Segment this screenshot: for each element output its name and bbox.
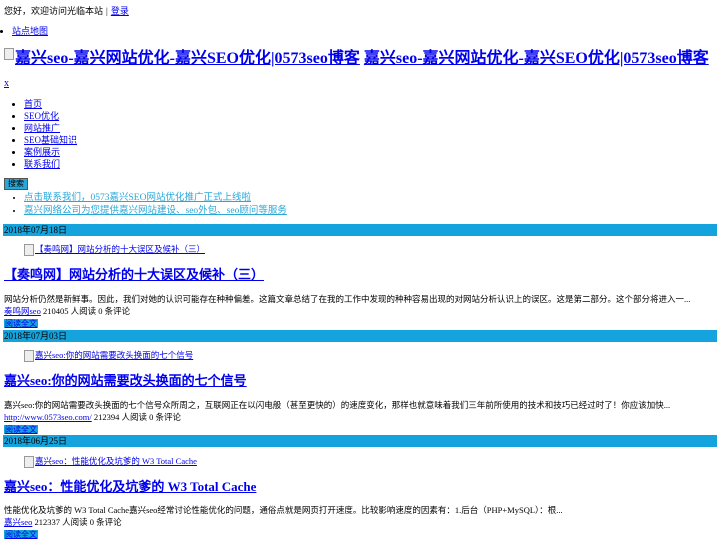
sitemap-item: 站点地图 — [12, 25, 48, 37]
welcome-text: 您好，欢迎访问光临本站 — [4, 6, 104, 16]
post-title-link[interactable]: 嘉兴seo：性能优化及坑爹的 W3 Total Cache — [4, 479, 256, 494]
broken-image-icon — [4, 48, 14, 60]
nav-link-seo[interactable]: SEO优化 — [24, 111, 59, 121]
broken-image-icon — [24, 350, 34, 362]
post-title-link[interactable]: 嘉兴seo:你的网站需要改头换面的七个信号 — [4, 373, 247, 388]
read-more-link[interactable]: 阅读全文 — [5, 530, 37, 539]
post-thumbnail[interactable]: 嘉兴seo:你的网站需要改头换面的七个信号 — [24, 350, 193, 362]
notice-link[interactable]: 点击联系我们，0573嘉兴SEO网站优化推广正式上线啦 — [24, 193, 251, 203]
read-more-bar: 阅读全文 — [4, 530, 38, 539]
top-bar: 您好，欢迎访问光临本站 | 登录 — [4, 5, 129, 17]
post-title: 【奏鸣网】网站分析的十大误区及候补（三） — [4, 266, 264, 284]
nav-item-promotion: 网站推广 — [24, 122, 77, 134]
post-author-link[interactable]: http://www.0573seo.com/ — [4, 412, 92, 422]
post-date-bar: 2018年06月25日 — [3, 435, 717, 447]
nav-link-home[interactable]: 首页 — [24, 99, 42, 109]
read-more-bar: 阅读全文 — [4, 425, 38, 434]
thumbnail-link[interactable]: 【奏鸣网】网站分析的十大误区及候补（三） — [35, 244, 205, 254]
post-title: 嘉兴seo：性能优化及坑爹的 W3 Total Cache — [4, 478, 256, 496]
logo-link[interactable]: 嘉兴seo-嘉兴网站优化-嘉兴SEO优化|0573seo博客 — [15, 50, 360, 67]
close-icon[interactable]: x — [4, 78, 9, 89]
nav-link-promotion[interactable]: 网站推广 — [24, 123, 60, 133]
post-author-link[interactable]: 嘉兴seo — [4, 517, 32, 527]
notice-list: 点击联系我们，0573嘉兴SEO网站优化推广正式上线啦 嘉兴网络公司为您提供嘉兴… — [24, 192, 287, 218]
post-stats: 212337 人阅读 0 条评论 — [34, 517, 122, 527]
sitemap-list: 站点地图 — [12, 25, 48, 37]
nav-item-contact: 联系我们 — [24, 158, 77, 170]
nav-link-contact[interactable]: 联系我们 — [24, 159, 60, 169]
main-nav: 首页 SEO优化 网站推广 SEO基础知识 案例展示 联系我们 — [24, 98, 77, 170]
broken-image-icon — [24, 244, 34, 256]
post-meta: 嘉兴seo 212337 人阅读 0 条评论 — [4, 517, 122, 528]
broken-image-icon — [24, 456, 34, 468]
post-meta: 奏鸣网seo 210405 人阅读 0 条评论 — [4, 306, 130, 317]
thumbnail-link[interactable]: 嘉兴seo：性能优化及坑爹的 W3 Total Cache — [35, 456, 197, 466]
post-stats: 212394 人阅读 0 条评论 — [93, 412, 182, 422]
nav-item-home: 首页 — [24, 98, 77, 110]
login-link[interactable]: 登录 — [111, 6, 129, 16]
notice-item: 点击联系我们，0573嘉兴SEO网站优化推广正式上线啦 — [24, 192, 287, 205]
read-more-bar: 阅读全文 — [4, 319, 38, 328]
notice-link[interactable]: 嘉兴网络公司为您提供嘉兴网站建设、seo外包、seo顾问等服务 — [24, 206, 287, 216]
post-thumbnail[interactable]: 【奏鸣网】网站分析的十大误区及候补（三） — [24, 244, 205, 256]
nav-item-basics: SEO基础知识 — [24, 134, 77, 146]
sitemap-link[interactable]: 站点地图 — [12, 26, 48, 36]
nav-item-seo: SEO优化 — [24, 110, 77, 122]
logo[interactable]: 嘉兴seo-嘉兴网站优化-嘉兴SEO优化|0573seo博客 嘉兴seo-嘉兴网… — [4, 48, 720, 70]
read-more-link[interactable]: 阅读全文 — [5, 425, 37, 434]
read-more-link[interactable]: 阅读全文 — [5, 319, 37, 328]
post-excerpt: 性能优化及坑爹的 W3 Total Cache嘉兴seo经常讨论性能优化的问题，… — [4, 505, 563, 515]
nav-link-cases[interactable]: 案例展示 — [24, 147, 60, 157]
post-excerpt: 网站分析仍然是新鲜事。因此，我们对她的认识可能存在种种偏差。这篇文章总结了在我的… — [4, 294, 691, 304]
post-thumbnail[interactable]: 嘉兴seo：性能优化及坑爹的 W3 Total Cache — [24, 456, 197, 468]
post-meta: http://www.0573seo.com/ 212394 人阅读 0 条评论 — [4, 412, 181, 423]
notice-item: 嘉兴网络公司为您提供嘉兴网站建设、seo外包、seo顾问等服务 — [24, 205, 287, 218]
post-stats: 210405 人阅读 0 条评论 — [42, 306, 131, 316]
separator: | — [106, 6, 108, 16]
nav-link-basics[interactable]: SEO基础知识 — [24, 135, 77, 145]
post-author-link[interactable]: 奏鸣网seo — [4, 306, 41, 316]
thumbnail-link[interactable]: 嘉兴seo:你的网站需要改头换面的七个信号 — [35, 350, 193, 360]
post-date-bar: 2018年07月18日 — [3, 224, 717, 236]
nav-item-cases: 案例展示 — [24, 146, 77, 158]
search-button[interactable]: 搜索 — [4, 178, 28, 190]
post-title: 嘉兴seo:你的网站需要改头换面的七个信号 — [4, 372, 247, 390]
logo-link-2[interactable]: 嘉兴seo-嘉兴网站优化-嘉兴SEO优化|0573seo博客 — [364, 50, 709, 67]
post-excerpt: 嘉兴seo:你的网站需要改头换面的七个信号众所周之，互联网正在以闪电般（甚至更快… — [4, 400, 671, 410]
post-date-bar: 2018年07月03日 — [3, 330, 717, 342]
post-title-link[interactable]: 【奏鸣网】网站分析的十大误区及候补（三） — [4, 267, 264, 282]
